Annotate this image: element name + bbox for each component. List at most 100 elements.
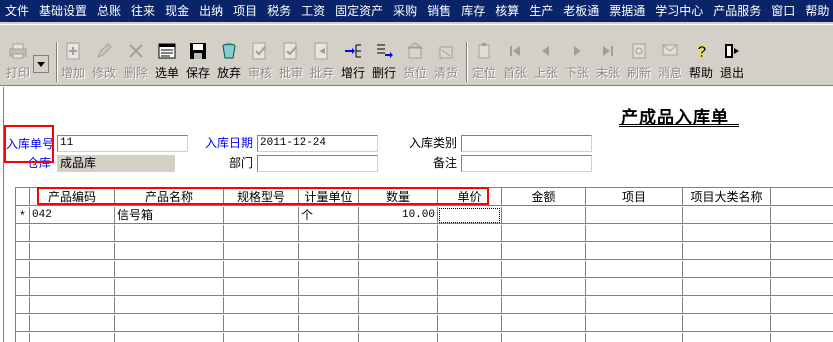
discard-button[interactable]: 放弃 [217, 41, 241, 83]
table-row[interactable] [16, 243, 833, 260]
remark-label: 备注 [433, 156, 458, 170]
cell-spec[interactable] [224, 207, 299, 224]
floppy-disk-icon [189, 42, 207, 60]
clear-stock-button[interactable]: 清货 [434, 41, 458, 83]
batch-discard-button[interactable]: 批弃 [310, 41, 334, 83]
printer-icon [9, 42, 27, 60]
stock-location-icon [406, 42, 424, 60]
row-selector-header [16, 188, 30, 206]
dept-label: 部门 [229, 156, 254, 170]
locate-icon [475, 42, 493, 60]
menu-bar: 文件 基础设置 总账 往来 现金 出纳 项目 税务 工资 固定资产 采购 销售 … [0, 0, 833, 22]
menu-ledger[interactable]: 总账 [92, 0, 126, 22]
add-button[interactable]: 增加 [61, 41, 85, 83]
message-icon [661, 42, 679, 60]
menu-window[interactable]: 窗口 [766, 0, 800, 22]
delete-row-icon [375, 42, 393, 60]
document-form: 产成品入库单 入库单号 11 入库日期 2011-12-24 入库类别 仓库 成… [0, 87, 833, 342]
type-label: 入库类别 [409, 136, 458, 150]
batch-audit-button[interactable]: 批审 [279, 41, 303, 83]
print-dropdown-button[interactable] [33, 55, 49, 73]
cell-project[interactable] [586, 207, 683, 224]
locate-button[interactable]: 定位 [472, 41, 496, 83]
dept-field[interactable] [257, 155, 378, 172]
insert-row-icon [344, 42, 362, 60]
help-icon: ? [692, 42, 710, 60]
audit-document-icon [251, 42, 269, 60]
refresh-icon [630, 42, 648, 60]
cell-unit[interactable]: 个 [299, 207, 359, 224]
menu-boss[interactable]: 老板通 [558, 0, 604, 22]
delete-row-button[interactable]: 删行 [372, 41, 396, 83]
menu-tax[interactable]: 税务 [262, 0, 296, 22]
last-record-button[interactable]: 末张 [596, 41, 620, 83]
cell-code[interactable]: 042 [30, 207, 115, 224]
col-header-category[interactable]: 项目大类名称 [683, 188, 771, 206]
table-row[interactable] [16, 279, 833, 296]
next-record-button[interactable]: 下张 [565, 41, 589, 83]
table-row[interactable]: * 042 信号箱 个 10.00 [16, 207, 833, 224]
menu-production[interactable]: 生产 [524, 0, 558, 22]
audit-button[interactable]: 审核 [248, 41, 272, 83]
table-row[interactable] [16, 225, 833, 242]
date-field[interactable]: 2011-12-24 [257, 135, 378, 152]
menu-cashier[interactable]: 出纳 [194, 0, 228, 22]
save-button[interactable]: 保存 [186, 41, 210, 83]
col-header-project[interactable]: 项目 [586, 188, 683, 206]
cell-qty[interactable]: 10.00 [359, 207, 438, 224]
svg-text:?: ? [697, 44, 707, 60]
message-button[interactable]: 消息 [658, 41, 682, 83]
table-row[interactable] [16, 333, 833, 342]
print-button[interactable]: 打印 [4, 41, 32, 83]
list-select-icon [158, 42, 176, 60]
batch-discard-icon [313, 42, 331, 60]
pencil-icon [95, 42, 113, 60]
cell-name[interactable]: 信号箱 [115, 207, 224, 224]
col-header-amount[interactable]: 金额 [502, 188, 586, 206]
first-record-icon [506, 42, 524, 60]
table-row[interactable] [16, 261, 833, 278]
menu-receivables[interactable]: 往来 [126, 0, 160, 22]
remark-field[interactable] [461, 155, 592, 172]
menu-fixed-assets[interactable]: 固定资产 [330, 0, 388, 22]
select-order-button[interactable]: 选单 [155, 41, 179, 83]
exit-button[interactable]: 退出 [720, 41, 744, 83]
x-icon [127, 42, 145, 60]
menu-file[interactable]: 文件 [0, 0, 34, 22]
edit-button[interactable]: 修改 [92, 41, 116, 83]
menu-basic-settings[interactable]: 基础设置 [34, 0, 92, 22]
menu-help[interactable]: 帮助 [800, 0, 833, 22]
highlight-box-labels [4, 125, 54, 163]
table-row[interactable] [16, 315, 833, 332]
insert-row-button[interactable]: 增行 [341, 41, 365, 83]
next-record-icon [568, 42, 586, 60]
menu-product-service[interactable]: 产品服务 [708, 0, 766, 22]
menu-costing[interactable]: 核算 [490, 0, 524, 22]
menu-payroll[interactable]: 工资 [296, 0, 330, 22]
row-marker: * [16, 207, 30, 224]
menu-bills[interactable]: 票据通 [604, 0, 650, 22]
menu-cash[interactable]: 现金 [160, 0, 194, 22]
warehouse-field[interactable]: 成品库 [57, 155, 175, 172]
trash-bin-icon [220, 42, 238, 60]
stock-location-button[interactable]: 货位 [403, 41, 427, 83]
menu-purchase[interactable]: 采购 [388, 0, 422, 22]
delete-button[interactable]: 删除 [124, 41, 148, 83]
table-row[interactable] [16, 297, 833, 314]
cell-focus-indicator [439, 208, 500, 223]
menu-project[interactable]: 项目 [228, 0, 262, 22]
toolbar: 打印 增加 修改 删除 选单 保存 放弃 审核 批审 批弃 增行 删行 货位 清… [0, 22, 833, 86]
menu-learning[interactable]: 学习中心 [650, 0, 708, 22]
menu-inventory[interactable]: 库存 [456, 0, 490, 22]
first-record-button[interactable]: 首张 [503, 41, 527, 83]
cell-category[interactable] [683, 207, 771, 224]
previous-record-button[interactable]: 上张 [534, 41, 558, 83]
menu-sales[interactable]: 销售 [422, 0, 456, 22]
help-button[interactable]: ? 帮助 [689, 41, 713, 83]
type-field[interactable] [461, 135, 592, 152]
doc-no-field[interactable]: 11 [57, 135, 188, 152]
exit-door-icon [723, 42, 741, 60]
detail-grid: 产品编码 产品名称 规格型号 计量单位 数量 单价 金额 项目 项目大类名称 *… [15, 187, 833, 342]
refresh-button[interactable]: 刷新 [627, 41, 651, 83]
cell-amount[interactable] [502, 207, 586, 224]
